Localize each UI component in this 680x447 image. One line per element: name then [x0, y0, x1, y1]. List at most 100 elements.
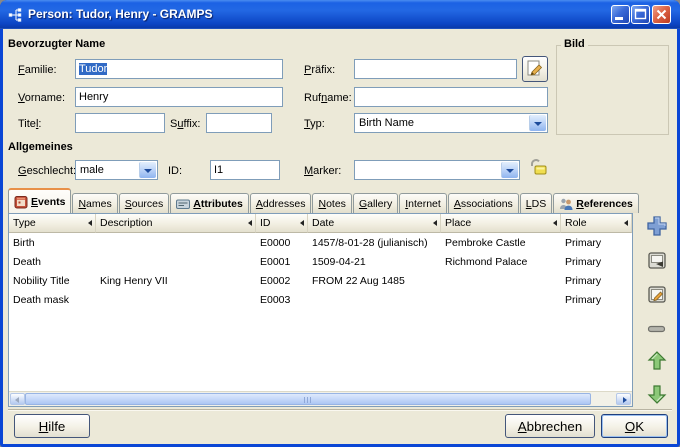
familie-label: Familie: — [18, 64, 57, 76]
event-cell: Pembroke Castle — [445, 236, 526, 249]
move-up-icon — [645, 351, 669, 376]
column-arrow-icon — [248, 220, 252, 226]
footer-divider — [8, 409, 672, 411]
tab-names[interactable]: Names — [72, 193, 118, 213]
event-row[interactable]: Nobility Title King Henry VII E0002 FROM 22… — [9, 271, 632, 290]
add-icon — [645, 216, 669, 241]
ok-button[interactable]: OK — [601, 414, 668, 438]
column-arrow-icon — [433, 220, 437, 226]
chevron-down-icon[interactable] — [501, 162, 518, 178]
tab-attributes[interactable]: Attributes — [170, 193, 249, 213]
event-cell: 1509-04-21 — [312, 255, 366, 268]
geschlecht-value: male — [80, 164, 104, 176]
column-header-label: Description — [100, 217, 153, 229]
event-cell — [441, 271, 561, 290]
praefix-label: Präfix: — [304, 64, 336, 76]
edit-icon — [645, 286, 669, 310]
column-arrow-icon — [624, 220, 628, 226]
event-cell: Primary — [565, 236, 602, 249]
typ-value: Birth Name — [359, 117, 415, 129]
tab-addresses[interactable]: Addresses — [249, 193, 312, 213]
edit-name-button[interactable] — [522, 56, 548, 82]
minimize-button[interactable] — [611, 5, 630, 24]
event-cell — [96, 290, 256, 309]
gramps-app-icon — [8, 7, 24, 23]
familie-input[interactable]: Tudor — [75, 59, 283, 79]
chevron-down-icon[interactable] — [529, 115, 546, 131]
privacy-button[interactable] — [527, 156, 549, 178]
event-row[interactable]: Death E0001 1509-04-21 Richmond Palace Prima… — [9, 252, 632, 271]
attribute-icon — [176, 197, 191, 211]
event-row[interactable]: Birth E0000 1457/8-01-28 (julianisch) Pembr… — [9, 233, 632, 252]
tab-strip: Events Names Sources Attributes Addresses Not… — [8, 188, 668, 213]
vorname-input[interactable]: Henry — [75, 87, 283, 107]
help-button[interactable]: Hilfe — [14, 414, 90, 438]
tab-gallery[interactable]: Gallery — [352, 193, 399, 213]
tab-internet[interactable]: Internet — [399, 193, 447, 213]
title-bar[interactable]: Person: Tudor, Henry - GRAMPS — [0, 0, 680, 29]
scroll-left-button[interactable] — [10, 393, 25, 405]
column-arrow-icon — [553, 220, 557, 226]
scroll-right-button[interactable] — [616, 393, 631, 405]
move-up-button[interactable] — [645, 349, 669, 373]
cancel-button[interactable]: Abbrechen — [505, 414, 595, 438]
rufname-label: Rufname: — [304, 92, 352, 104]
suffix-input[interactable] — [206, 113, 272, 133]
add-event-button[interactable] — [645, 214, 669, 238]
tab-notes[interactable]: Notes — [312, 193, 352, 213]
tab-label: LDS — [525, 197, 547, 210]
tab-associations[interactable]: Associations — [447, 193, 519, 213]
event-cell: FROM 22 Aug 1485 — [312, 274, 405, 287]
event-cell: 1457/8-01-28 (julianisch) — [312, 236, 428, 249]
preferred-name-heading: Bevorzugter Name — [8, 38, 106, 50]
column-header-id[interactable]: ID — [256, 214, 308, 233]
horizontal-scrollbar[interactable] — [9, 391, 632, 406]
tab-lds[interactable]: LDS — [519, 193, 553, 213]
praefix-input[interactable] — [354, 59, 517, 79]
column-header-place[interactable]: Place — [441, 214, 561, 233]
tab-events[interactable]: Events — [8, 188, 72, 213]
chevron-right-icon — [623, 397, 627, 403]
references-icon — [559, 197, 573, 211]
bild-label: Bild — [561, 38, 588, 50]
chevron-left-icon — [15, 397, 19, 403]
share-event-button[interactable] — [645, 249, 669, 273]
column-header-role[interactable]: Role — [561, 214, 632, 233]
tab-references[interactable]: References — [553, 193, 639, 213]
event-cell: Nobility Title — [13, 274, 70, 287]
scrollbar-thumb[interactable] — [25, 393, 591, 405]
maximize-button[interactable] — [631, 5, 650, 24]
column-header-date[interactable]: Date — [308, 214, 441, 233]
move-down-icon — [645, 385, 669, 409]
tab-sources[interactable]: Sources — [118, 193, 170, 213]
chevron-down-icon[interactable] — [139, 162, 156, 178]
general-heading: Allgemeines — [8, 141, 73, 153]
event-cell: Primary — [565, 274, 602, 287]
geschlecht-label: Geschlecht: — [18, 165, 77, 177]
close-button[interactable] — [652, 5, 671, 24]
tab-label: Sources — [124, 197, 164, 210]
column-header-type[interactable]: Type — [9, 214, 96, 233]
event-cell — [96, 233, 256, 252]
move-down-button[interactable] — [645, 382, 669, 406]
edit-event-button[interactable] — [645, 283, 669, 307]
typ-combobox[interactable]: Birth Name — [354, 113, 548, 133]
column-header-description[interactable]: Description — [96, 214, 256, 233]
tab-label: Associations — [453, 197, 513, 210]
column-header-label: ID — [260, 217, 271, 229]
tab-label: Addresses — [255, 197, 306, 210]
remove-icon — [645, 325, 669, 344]
event-cell: E0003 — [260, 293, 291, 306]
share-icon — [645, 252, 669, 276]
titel-input[interactable] — [75, 113, 165, 133]
remove-event-button[interactable] — [645, 317, 669, 341]
tab-label: Names — [78, 197, 112, 210]
rufname-input[interactable] — [354, 87, 548, 107]
id-input[interactable]: I1 — [210, 160, 280, 180]
geschlecht-combobox[interactable]: male — [75, 160, 158, 180]
event-row[interactable]: Death mask E0003 Primary — [9, 290, 632, 309]
event-cell: E0001 — [260, 255, 291, 268]
tab-label: Notes — [318, 197, 346, 210]
marker-combobox[interactable] — [354, 160, 520, 180]
event-cell: Primary — [565, 293, 602, 306]
